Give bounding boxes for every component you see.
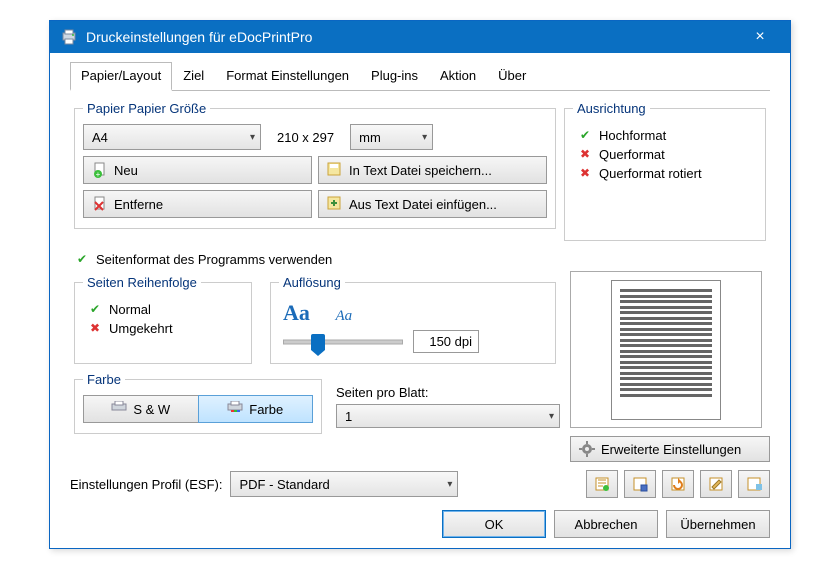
profile-save-icon: [632, 476, 648, 492]
resolution-slider[interactable]: [283, 332, 403, 352]
profile-refresh-button[interactable]: [662, 470, 694, 498]
paper-remove-button[interactable]: Entferne: [83, 190, 312, 218]
tab-ziel[interactable]: Ziel: [172, 62, 215, 91]
window-title: Druckeinstellungen für eDocPrintPro: [86, 29, 740, 45]
tab-papier-layout[interactable]: Papier/Layout: [70, 62, 172, 91]
profile-select[interactable]: PDF - Standard: [230, 471, 458, 497]
svg-text:+: +: [96, 170, 101, 178]
profile-refresh-icon: [670, 476, 686, 492]
unselected-icon: ✖: [577, 165, 593, 181]
checkmark-icon: ✔: [74, 251, 90, 267]
paper-load-txt-button[interactable]: Aus Text Datei einfügen...: [318, 190, 547, 218]
unselected-icon: ✖: [87, 320, 103, 336]
tab-aktion[interactable]: Aktion: [429, 62, 487, 91]
resolution-legend: Auflösung: [279, 275, 345, 290]
gear-icon: [579, 441, 595, 457]
cancel-button[interactable]: Abbrechen: [554, 510, 658, 538]
orientation-group: Ausrichtung ✔ Hochformat ✖ Querformat ✖ …: [564, 101, 766, 241]
unselected-icon: ✖: [577, 146, 593, 162]
profile-open-button[interactable]: [586, 470, 618, 498]
orientation-portrait[interactable]: ✔ Hochformat: [577, 127, 753, 143]
profile-edit-icon: [708, 476, 724, 492]
page-order-reversed[interactable]: ✖ Umgekehrt: [87, 320, 239, 336]
tab-ueber[interactable]: Über: [487, 62, 537, 91]
dialog-window: Druckeinstellungen für eDocPrintPro × Pa…: [49, 20, 791, 549]
page-order-legend: Seiten Reihenfolge: [83, 275, 201, 290]
ok-button[interactable]: OK: [442, 510, 546, 538]
profile-label: Einstellungen Profil (ESF):: [70, 477, 222, 492]
plus-page-icon: +: [92, 162, 108, 178]
paper-dimensions: 210 x 297: [277, 130, 334, 145]
color-legend: Farbe: [83, 372, 125, 387]
printer-bw-icon: [111, 401, 127, 417]
profile-add-button[interactable]: [738, 470, 770, 498]
page-order-normal[interactable]: ✔ Normal: [87, 301, 239, 317]
paper-size-legend: Papier Papier Größe: [83, 101, 210, 116]
paper-size-group: Papier Papier Größe A4 210 x 297 mm + Ne…: [74, 101, 556, 229]
tab-strip: Papier/Layout Ziel Format Einstellungen …: [70, 61, 770, 91]
profile-open-icon: [594, 476, 610, 492]
profile-add-icon: [746, 476, 762, 492]
paper-size-select[interactable]: A4: [83, 124, 261, 150]
tab-plugins[interactable]: Plug-ins: [360, 62, 429, 91]
resolution-group: Auflösung Aa Aa 150 dpi: [270, 275, 556, 364]
resolution-value: 150 dpi: [413, 330, 479, 353]
paper-save-txt-button[interactable]: In Text Datei speichern...: [318, 156, 547, 184]
orientation-landscape[interactable]: ✖ Querformat: [577, 146, 753, 162]
use-program-format-checkbox[interactable]: ✔ Seitenformat des Programms verwenden: [74, 251, 766, 267]
color-group: Farbe S & W Farbe: [74, 372, 322, 434]
selected-icon: ✔: [577, 127, 593, 143]
orientation-legend: Ausrichtung: [573, 101, 650, 116]
page-order-group: Seiten Reihenfolge ✔ Normal ✖ Umgekehrt: [74, 275, 252, 364]
paper-unit-select[interactable]: mm: [350, 124, 433, 150]
printer-color-icon: [227, 401, 243, 417]
aa-small-icon: Aa: [336, 308, 353, 324]
color-color-button[interactable]: Farbe: [198, 395, 314, 423]
close-button[interactable]: ×: [740, 28, 780, 46]
tab-format-einstellungen[interactable]: Format Einstellungen: [215, 62, 360, 91]
profile-edit-button[interactable]: [700, 470, 732, 498]
title-bar: Druckeinstellungen für eDocPrintPro ×: [50, 21, 790, 53]
remove-page-icon: [92, 196, 108, 212]
save-text-icon: [327, 162, 343, 178]
load-text-icon: [327, 196, 343, 212]
orientation-landscape-rotated[interactable]: ✖ Querformat rotiert: [577, 165, 753, 181]
extended-settings-button[interactable]: Erweiterte Einstellungen: [570, 436, 770, 462]
page-preview: [570, 271, 762, 428]
app-icon: [60, 28, 78, 46]
paper-new-button[interactable]: + Neu: [83, 156, 312, 184]
pages-per-sheet-select[interactable]: 1: [336, 404, 560, 428]
aa-large-icon: Aa: [283, 300, 310, 325]
pages-per-sheet-label: Seiten pro Blatt:: [336, 385, 560, 400]
selected-icon: ✔: [87, 301, 103, 317]
profile-save-button[interactable]: [624, 470, 656, 498]
apply-button[interactable]: Übernehmen: [666, 510, 770, 538]
color-bw-button[interactable]: S & W: [83, 395, 198, 423]
